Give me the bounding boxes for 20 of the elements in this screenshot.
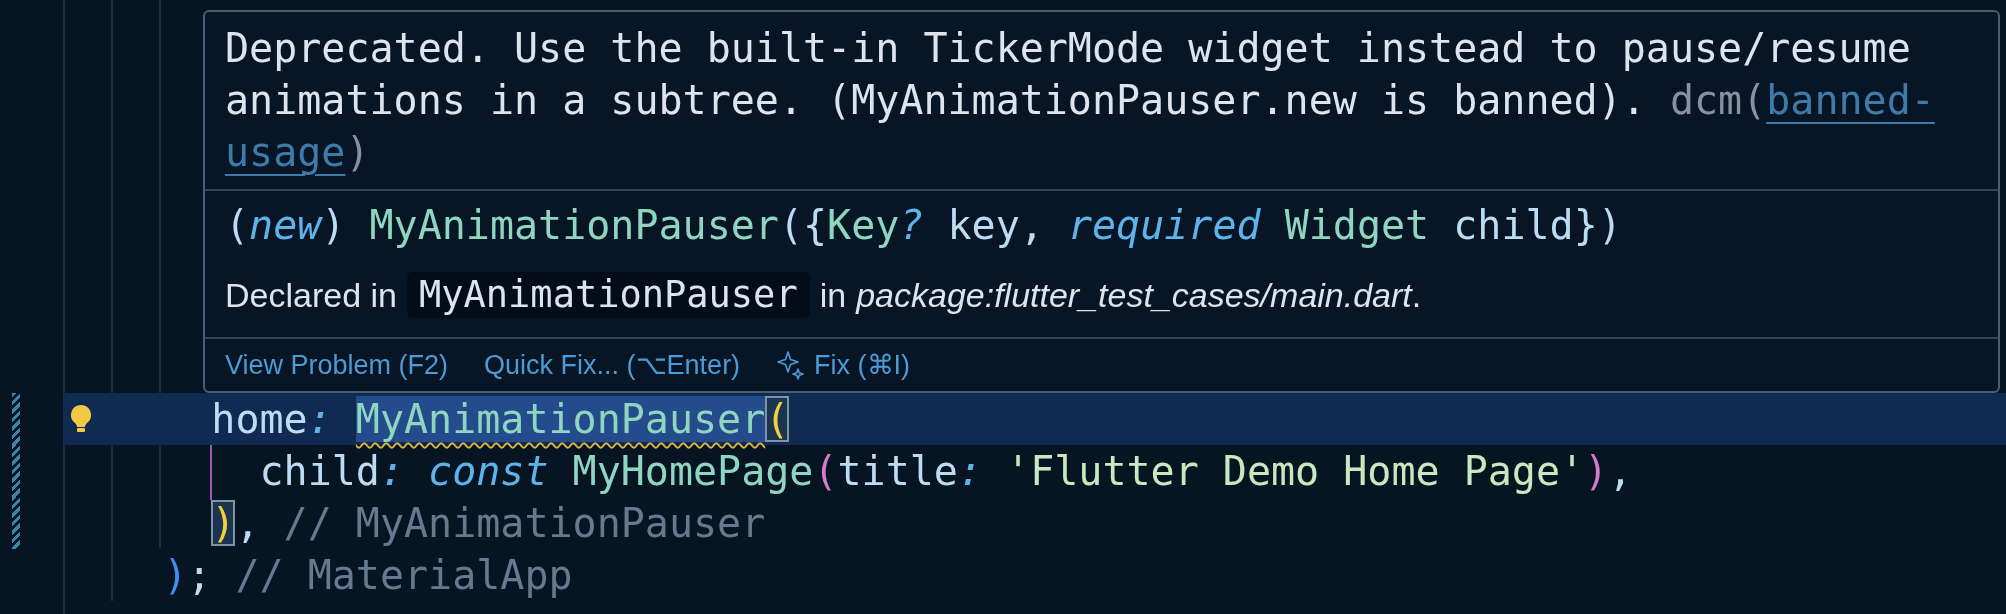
lightbulb-icon[interactable] (69, 404, 93, 434)
action-link[interactable]: Fix (⌘I) (776, 349, 911, 381)
declared-label: in (819, 275, 847, 316)
action-link[interactable]: Quick Fix... (⌥Enter) (484, 349, 741, 381)
class-name-code: MyAnimationPauser (407, 272, 810, 318)
declared-label: Declared in (225, 275, 397, 316)
selected-code: MyAnimationPauser (355, 396, 766, 442)
code-text: home: (211, 396, 333, 442)
signature-code: (new) MyAnimationPauser({Key? key, required Widget child}) (225, 201, 1622, 250)
code-text: child: const MyHomePage(title: 'Flutter Demo Home Page'), (259, 448, 1633, 494)
matched-bracket: ) (211, 500, 236, 546)
file-location: package:flutter_test_cases/main.dart (856, 275, 1412, 316)
code-text: ); // MaterialApp (163, 552, 573, 598)
hover-message: Deprecated. Use the built-in TickerMode widget instead to pause/resume animations in a subtree. (MyAnimationPauser.new is banned). dcm(banned- usage) (225, 24, 1936, 177)
action-link[interactable]: View Problem (F2) (225, 349, 449, 381)
rule-link[interactable]: usage (225, 129, 346, 175)
rule-link[interactable]: banned- (1766, 77, 1935, 123)
code-text: , // MyAnimationPauser (235, 500, 766, 546)
sparkle-icon (776, 350, 807, 380)
matched-bracket: ( (765, 396, 790, 442)
